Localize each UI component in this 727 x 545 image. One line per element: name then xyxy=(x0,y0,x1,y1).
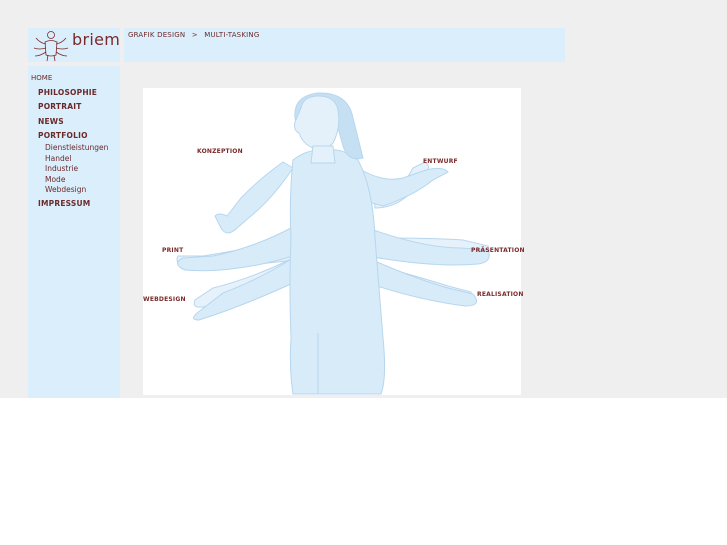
logo-text: briem xyxy=(72,30,121,49)
nav-item-philosophie[interactable]: PHILOSOPHIE xyxy=(38,88,97,97)
nav-subitem-industrie[interactable]: Industrie xyxy=(45,164,78,173)
nav-item-home[interactable]: HOME xyxy=(31,74,52,82)
logo-figure-icon xyxy=(33,31,69,62)
breadcrumb-part-1[interactable]: GRAFIK DESIGN xyxy=(128,31,185,39)
label-konzeption: KONZEPTION xyxy=(197,148,243,155)
nav-subitem-handel[interactable]: Handel xyxy=(45,154,71,163)
header-bar: GRAFIK DESIGN > MULTI-TASKING xyxy=(124,28,565,62)
logo[interactable]: briem xyxy=(28,28,120,62)
nav-subitem-mode[interactable]: Mode xyxy=(45,175,65,184)
multitasking-woman-illustration xyxy=(176,92,490,395)
hero-illustration: KONZEPTION ENTWURF PRINT PRÄSENTATION WE… xyxy=(143,88,525,395)
nav-item-impressum[interactable]: IMPRESSUM xyxy=(38,199,90,208)
breadcrumb: GRAFIK DESIGN > MULTI-TASKING xyxy=(128,31,259,39)
nav-item-news[interactable]: NEWS xyxy=(38,117,64,126)
breadcrumb-part-2: MULTI-TASKING xyxy=(204,31,260,39)
nav-subitem-dienstleistungen[interactable]: Dienstleistungen xyxy=(45,143,108,152)
label-entwurf: ENTWURF xyxy=(423,158,458,165)
nav-item-portrait[interactable]: PORTRAIT xyxy=(38,102,82,111)
sidebar: HOME PHILOSOPHIE PORTRAIT NEWS PORTFOLIO… xyxy=(28,66,120,398)
label-webdesign: WEBDESIGN xyxy=(143,296,186,303)
nav-subitem-webdesign[interactable]: Webdesign xyxy=(45,185,86,194)
nav-item-portfolio[interactable]: PORTFOLIO xyxy=(38,131,88,140)
breadcrumb-separator: > xyxy=(191,31,198,39)
label-praesentation: PRÄSENTATION xyxy=(471,247,525,254)
label-realisation: REALISATION xyxy=(477,291,524,298)
label-print: PRINT xyxy=(162,247,184,254)
